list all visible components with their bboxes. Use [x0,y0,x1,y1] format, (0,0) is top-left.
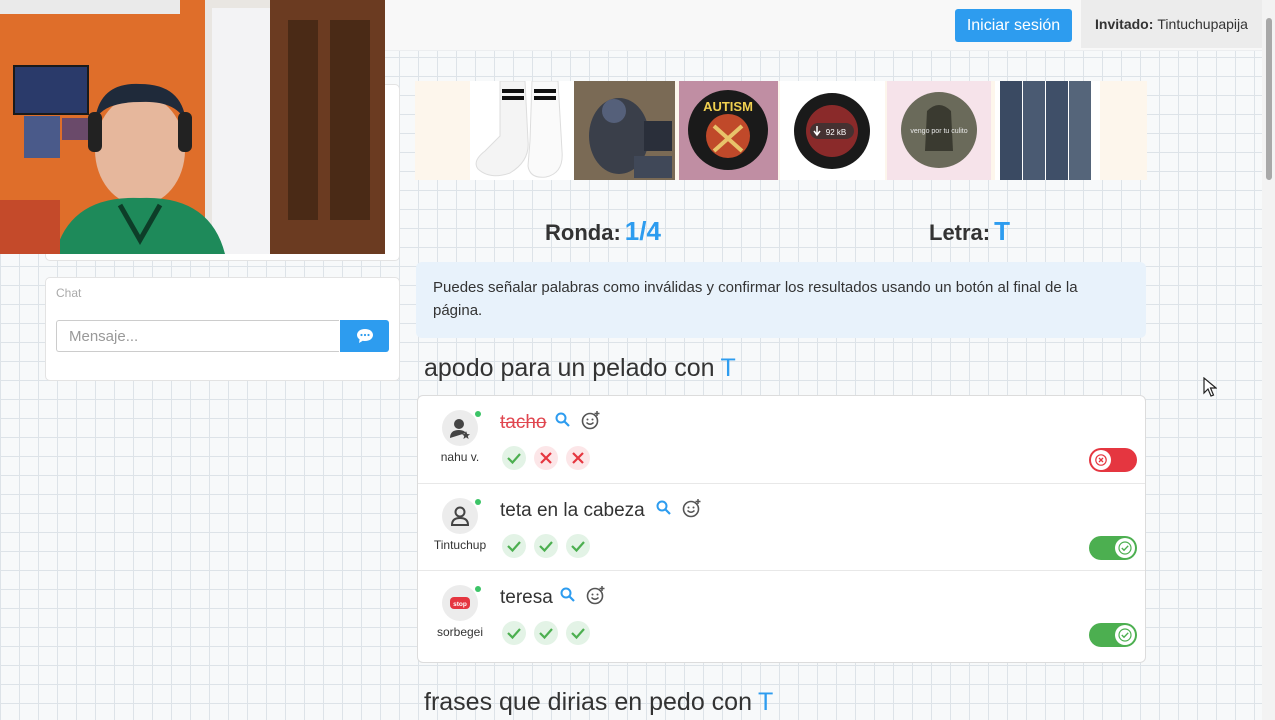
guest-badge: Invitado: Tintuchupapija [1081,0,1262,48]
letter-label: Letra: [929,220,991,245]
vote-list [502,534,590,558]
chat-title: Chat [56,286,82,300]
svg-text:AUTISM: AUTISM [703,99,753,114]
category-title: apodo para un pelado con T [424,354,736,383]
stop-sign-icon: stop [450,597,470,609]
avatar [442,498,481,534]
vote-approve-icon [534,534,558,558]
category-letter: T [758,688,774,716]
vote-approve-icon [502,534,526,558]
vote-reject-icon [534,446,558,470]
letter-indicator: Letra: T [929,216,1010,247]
category-title: frases que dirias en pedo con T [424,688,773,717]
chat-bubble-icon [356,329,373,343]
vote-approve-icon [566,621,590,645]
soldier-pin-image: vengo por tu culito [887,81,991,180]
toggle-check-icon [1115,625,1135,645]
pigeon-backpack-image [574,81,675,180]
page-scrollbar[interactable] [1262,0,1275,720]
vote-list [502,446,590,470]
answer-word: tacho [500,412,547,433]
vote-list [502,621,590,645]
search-icon[interactable] [555,412,571,428]
vote-approve-icon [534,621,558,645]
user-star-icon [450,419,470,439]
answer-word: teta en la cabeza [500,500,645,521]
chat-send-button[interactable] [340,320,389,352]
online-dot [475,411,481,417]
round-label: Ronda: [545,220,621,245]
scroll-thumb[interactable] [1266,18,1272,180]
webcam-overlay [0,0,385,254]
toggle-x-icon [1091,450,1111,470]
validity-toggle[interactable] [1089,536,1137,560]
streamer-webcam-image [0,0,385,254]
letter-value: T [994,216,1011,246]
online-dot [475,586,481,592]
avatar [442,410,481,446]
info-alert: Puedes señalar palabras como inválidas y… [416,262,1146,338]
add-reaction-icon[interactable] [581,410,601,430]
player-name: Tintuchup [433,538,487,552]
validity-toggle[interactable] [1089,448,1137,472]
player-name: nahu v. [440,450,480,464]
validity-toggle[interactable] [1089,623,1137,647]
vote-approve-icon [566,534,590,558]
player-name: sorbegei [436,625,484,639]
answer-row: nahu v. tacho [418,396,1145,482]
answer-word: teresa [500,587,553,608]
vote-approve-icon [502,446,526,470]
svg-text:stop: stop [453,601,467,608]
download-face-image: 92 kB [780,81,885,180]
chat-panel: Chat [45,277,400,381]
vote-reject-icon [566,446,590,470]
image-strip: AUTISM 92 kB vengo por tu culito [415,81,1147,180]
add-reaction-icon[interactable] [682,498,702,518]
guest-name: Tintuchupapija [1157,16,1248,32]
search-icon[interactable] [560,587,576,603]
soldier-pin-caption: vengo por tu culito [910,128,967,135]
category-name: apodo para un pelado con [424,354,715,382]
category-name: frases que dirias en pedo con [424,688,752,716]
socks-image [470,81,575,180]
answer-row: stop sorbegei teresa [418,570,1145,657]
category-letter: T [720,354,736,382]
round-indicator: Ronda: 1/4 [545,216,661,247]
vote-approve-icon [502,621,526,645]
answers-card: nahu v. tacho Tintuchup teta en la cabez… [417,395,1146,663]
avatar: stop [442,585,481,621]
mouse-cursor-icon [1203,377,1217,397]
search-icon[interactable] [656,500,672,516]
guest-label: Invitado: [1095,16,1154,32]
login-button[interactable]: Iniciar sesión [955,9,1072,42]
answer-row: Tintuchup teta en la cabeza [418,483,1145,570]
jeans-image [995,81,1100,180]
autism-pin-image: AUTISM [679,81,778,180]
user-icon [450,506,470,526]
chat-message-input[interactable] [56,320,339,352]
download-size-label: 92 kB [826,128,846,137]
add-reaction-icon[interactable] [586,585,606,605]
toggle-check-icon [1115,538,1135,558]
online-dot [475,499,481,505]
round-value: 1/4 [624,216,661,246]
